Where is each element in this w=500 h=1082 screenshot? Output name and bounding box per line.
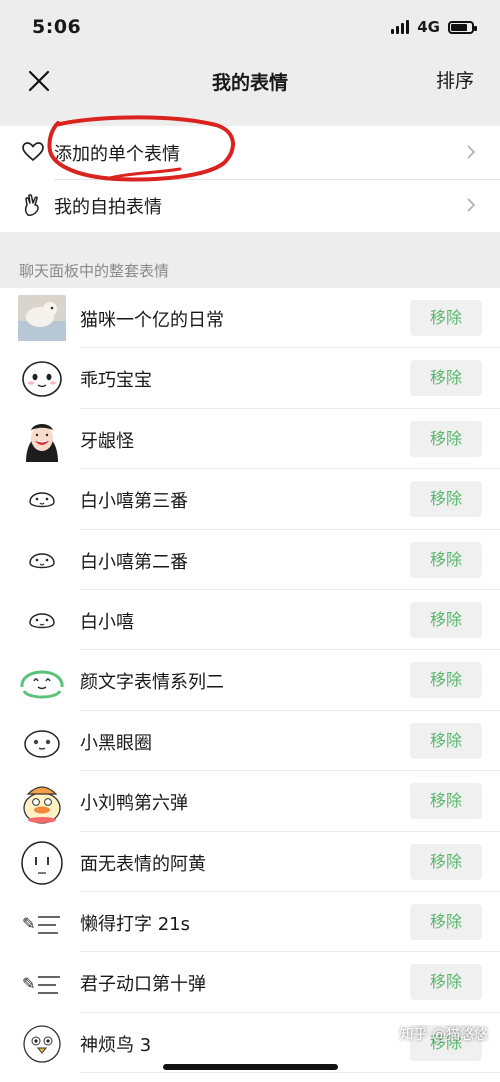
sticker-pack-name: 乖巧宝宝 (80, 370, 152, 392)
section-header: 聊天面板中的整套表情 (0, 232, 500, 288)
bai-xiaoxi-thumbnail (29, 552, 55, 568)
remove-button[interactable]: 移除 (410, 722, 482, 759)
section-title: 聊天面板中的整套表情 (19, 262, 170, 280)
status-time: 5:06 (32, 16, 82, 38)
sticker-pack-row[interactable]: ✎ 懒得打字 21s 移除 (0, 892, 500, 953)
blob-face-thumbnail (22, 361, 62, 398)
home-indicator (163, 1064, 338, 1070)
sticker-pack-row[interactable]: 小刘鸭第六弹 移除 (0, 771, 500, 832)
sticker-pack-row[interactable]: 猫咪一个亿的日常 移除 (0, 288, 500, 349)
cell-label: 我的自拍表情 (54, 197, 162, 218)
remove-button[interactable]: 移除 (410, 420, 482, 457)
sticker-pack-row[interactable]: 白小嘻 移除 (0, 590, 500, 651)
page-title: 我的表情 (211, 72, 288, 94)
kaomoji-thumbnail (20, 670, 64, 699)
dark-circles-thumbnail (24, 729, 60, 758)
remove-button[interactable]: 移除 (410, 662, 482, 699)
sticker-pack-row[interactable]: 牙龈怪 移除 (0, 409, 500, 470)
sticker-pack-name: 白小嘻 (80, 611, 134, 633)
remove-button[interactable]: 移除 (410, 903, 482, 940)
sticker-pack-row[interactable]: 颜文字表情系列二 移除 (0, 650, 500, 711)
highlight-circle-annotation (47, 115, 235, 182)
divider (80, 1072, 500, 1074)
remove-button[interactable]: 移除 (410, 783, 482, 820)
bai-xiaoxi-thumbnail (29, 492, 55, 508)
status-indicators: 4G (391, 18, 477, 36)
cat-photo-thumbnail (18, 295, 66, 341)
status-bar: 5:06 4G (0, 0, 500, 56)
bird-thumbnail (23, 1025, 61, 1063)
blank-face-thumbnail (21, 840, 63, 885)
heart-icon (22, 142, 44, 162)
sticker-pack-name: 猫咪一个亿的日常 (80, 310, 224, 331)
remove-button[interactable]: 移除 (410, 481, 482, 518)
bai-xiaoxi-thumbnail (29, 613, 55, 629)
sticker-pack-name: 颜文字表情系列二 (80, 672, 224, 694)
remove-button[interactable]: 移除 (410, 964, 482, 1001)
network-label: 4G (417, 18, 440, 36)
remove-button[interactable]: 移除 (410, 360, 482, 397)
remove-button[interactable]: 移除 (410, 843, 482, 880)
svg-text:✎: ✎ (22, 974, 35, 993)
sticker-pack-name: 小刘鸭第六弹 (80, 793, 188, 815)
battery-icon (448, 20, 477, 34)
text-sticker-thumbnail: ✎ (22, 974, 60, 995)
sticker-pack-row[interactable]: ✎ 君子动口第十弹 移除 (0, 952, 500, 1013)
sticker-pack-name: 神烦鸟 3 (80, 1034, 152, 1056)
sticker-pack-row[interactable]: 白小嘻第三番 移除 (0, 469, 500, 530)
selfie-hand-icon (24, 194, 39, 216)
duck-thumbnail (23, 786, 61, 824)
sticker-pack-list: 猫咪一个亿的日常 移除 乖巧宝宝 移除 牙龈怪 移除 白小嘻第三番 移除 白小嘻第二番 移除 白小嘻… (0, 288, 500, 1082)
sticker-pack-row[interactable]: 小黑眼圈 移除 (0, 711, 500, 772)
sticker-pack-name: 君子动口第十弹 (80, 974, 206, 996)
signal-icon (391, 20, 410, 34)
sticker-pack-row[interactable]: 面无表情的阿黄 移除 (0, 832, 500, 892)
sticker-pack-row[interactable]: 白小嘻第二番 移除 (0, 530, 500, 590)
sticker-pack-name: 懒得打字 21s (80, 913, 191, 935)
svg-text:✎: ✎ (22, 914, 35, 933)
smiling-girl-thumbnail (26, 423, 58, 462)
nav-bar: 我的表情 排序 (0, 56, 500, 124)
chevron-right-icon (467, 198, 476, 212)
sticker-pack-row[interactable]: 乖巧宝宝 移除 (0, 348, 500, 409)
sticker-pack-name: 面无表情的阿黄 (80, 853, 206, 875)
remove-button[interactable]: 移除 (410, 541, 482, 578)
remove-button[interactable]: 移除 (410, 601, 482, 638)
selfie-stickers-cell[interactable]: 我的自拍表情 (0, 179, 500, 232)
chevron-right-icon (467, 145, 476, 159)
text-sticker-thumbnail: ✎ (22, 914, 60, 934)
sticker-pack-name: 白小嘻第二番 (80, 551, 188, 573)
sticker-pack-name: 白小嘻第三番 (80, 491, 188, 513)
remove-button[interactable]: 移除 (410, 300, 482, 336)
sticker-pack-name: 小黑眼圈 (80, 732, 152, 754)
watermark: 知乎 @猫悠悠 (399, 1027, 488, 1043)
sort-button[interactable]: 排序 (436, 66, 474, 93)
sticker-pack-name: 牙龈怪 (80, 430, 134, 452)
